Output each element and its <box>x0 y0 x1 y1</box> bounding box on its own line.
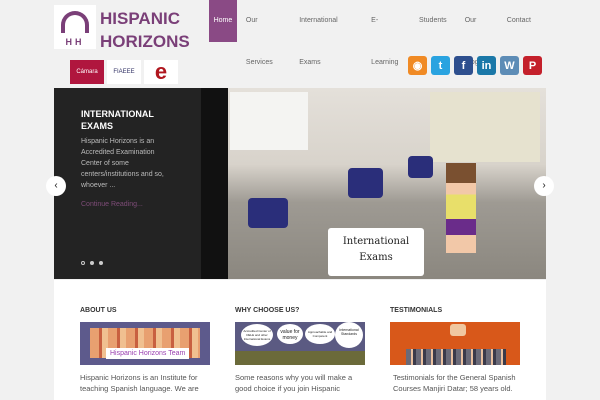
slide-caption: INTERNATIONAL EXAMS Hispanic Horizons is… <box>54 88 201 279</box>
twitter-icon[interactable]: t <box>431 56 450 75</box>
why-choose-us-column: WHY CHOOSE US? Accredited Center of DELE… <box>235 307 365 394</box>
slider-next-button[interactable]: › <box>534 176 554 196</box>
reason-bubble: Accredited Center of DELE and other Inte… <box>241 324 273 346</box>
about-us-text: Hispanic Horizons is an Institute for te… <box>80 373 199 393</box>
e-logo[interactable]: e <box>144 59 178 84</box>
nav-our-blog[interactable]: Our Blog <box>456 0 498 66</box>
slider-dot[interactable] <box>90 261 94 265</box>
slider-dots <box>81 261 103 265</box>
wordpress-icon[interactable]: W <box>500 56 519 75</box>
reasons-image[interactable]: Accredited Center of DELE and other Inte… <box>235 322 365 365</box>
about-us-column: ABOUT US Hispanic Horizons Team Hispanic… <box>80 307 210 394</box>
nav-our-services[interactable]: Our Services <box>237 0 290 66</box>
logo-mark: HH <box>54 5 96 49</box>
testimonials-column: TESTIMONIALS Testimonials for the Genera… <box>390 307 520 394</box>
nav-international-exams[interactable]: International Exams <box>290 0 362 66</box>
camara-logo[interactable]: Cámara <box>70 60 104 84</box>
about-us-heading: ABOUT US <box>80 307 117 314</box>
fiaeee-logo[interactable]: FIAEEE <box>107 60 141 84</box>
facebook-icon[interactable]: f <box>454 56 473 75</box>
slide-bubble-text: International Exams <box>328 228 424 276</box>
team-image[interactable]: Hispanic Horizons Team <box>80 322 210 365</box>
slider-dot[interactable] <box>81 261 85 265</box>
logo-line1: HISPANIC <box>100 9 180 28</box>
continue-reading-link[interactable]: Continue Reading... <box>81 201 174 208</box>
pinterest-icon[interactable]: P <box>523 56 542 75</box>
partner-logos: Cámara FIAEEE e <box>70 59 178 84</box>
header: HH HISPANIC HORIZONS Cámara FIAEEE e Home… <box>54 0 546 88</box>
reason-bubble: International Standards <box>335 322 363 348</box>
why-choose-us-heading: WHY CHOOSE US? <box>235 307 300 314</box>
linkedin-icon[interactable]: in <box>477 56 496 75</box>
logo[interactable]: HH HISPANIC HORIZONS <box>54 5 190 51</box>
hero-slider: INTERNATIONAL EXAMS Hispanic Horizons is… <box>54 88 546 279</box>
nav-home[interactable]: Home <box>209 0 237 42</box>
reason-bubble: value for money <box>277 324 303 344</box>
rss-icon[interactable]: ◉ <box>408 56 427 75</box>
social-links: ◉ t f in W P <box>408 56 542 75</box>
features-section: ABOUT US Hispanic Horizons Team Hispanic… <box>54 280 546 400</box>
slider-prev-button[interactable]: ‹ <box>46 176 66 196</box>
nav-contact-us[interactable]: Contact Us <box>498 0 546 66</box>
testimonials-text: Testimonials for the General Spanish Cou… <box>393 373 516 393</box>
main-nav: Home Our Services International Exams E-… <box>209 0 546 66</box>
nav-e-learning[interactable]: E-Learning <box>362 0 410 66</box>
nav-students[interactable]: Students <box>410 0 456 42</box>
reason-bubble: Approachable and Competent <box>305 324 335 344</box>
slider-dot[interactable] <box>99 261 103 265</box>
testimonials-heading: TESTIMONIALS <box>390 307 443 314</box>
slide-text: Hispanic Horizons is an Accredited Exami… <box>81 138 164 189</box>
slide-image: International Exams <box>228 88 546 279</box>
testimonials-image[interactable] <box>390 322 520 365</box>
slide-title: INTERNATIONAL EXAMS <box>81 109 154 131</box>
why-choose-us-text: Some reasons why you will make a good ch… <box>235 373 353 393</box>
team-banner: Hispanic Horizons Team <box>106 348 190 359</box>
logo-line2: HORIZONS <box>100 32 190 51</box>
